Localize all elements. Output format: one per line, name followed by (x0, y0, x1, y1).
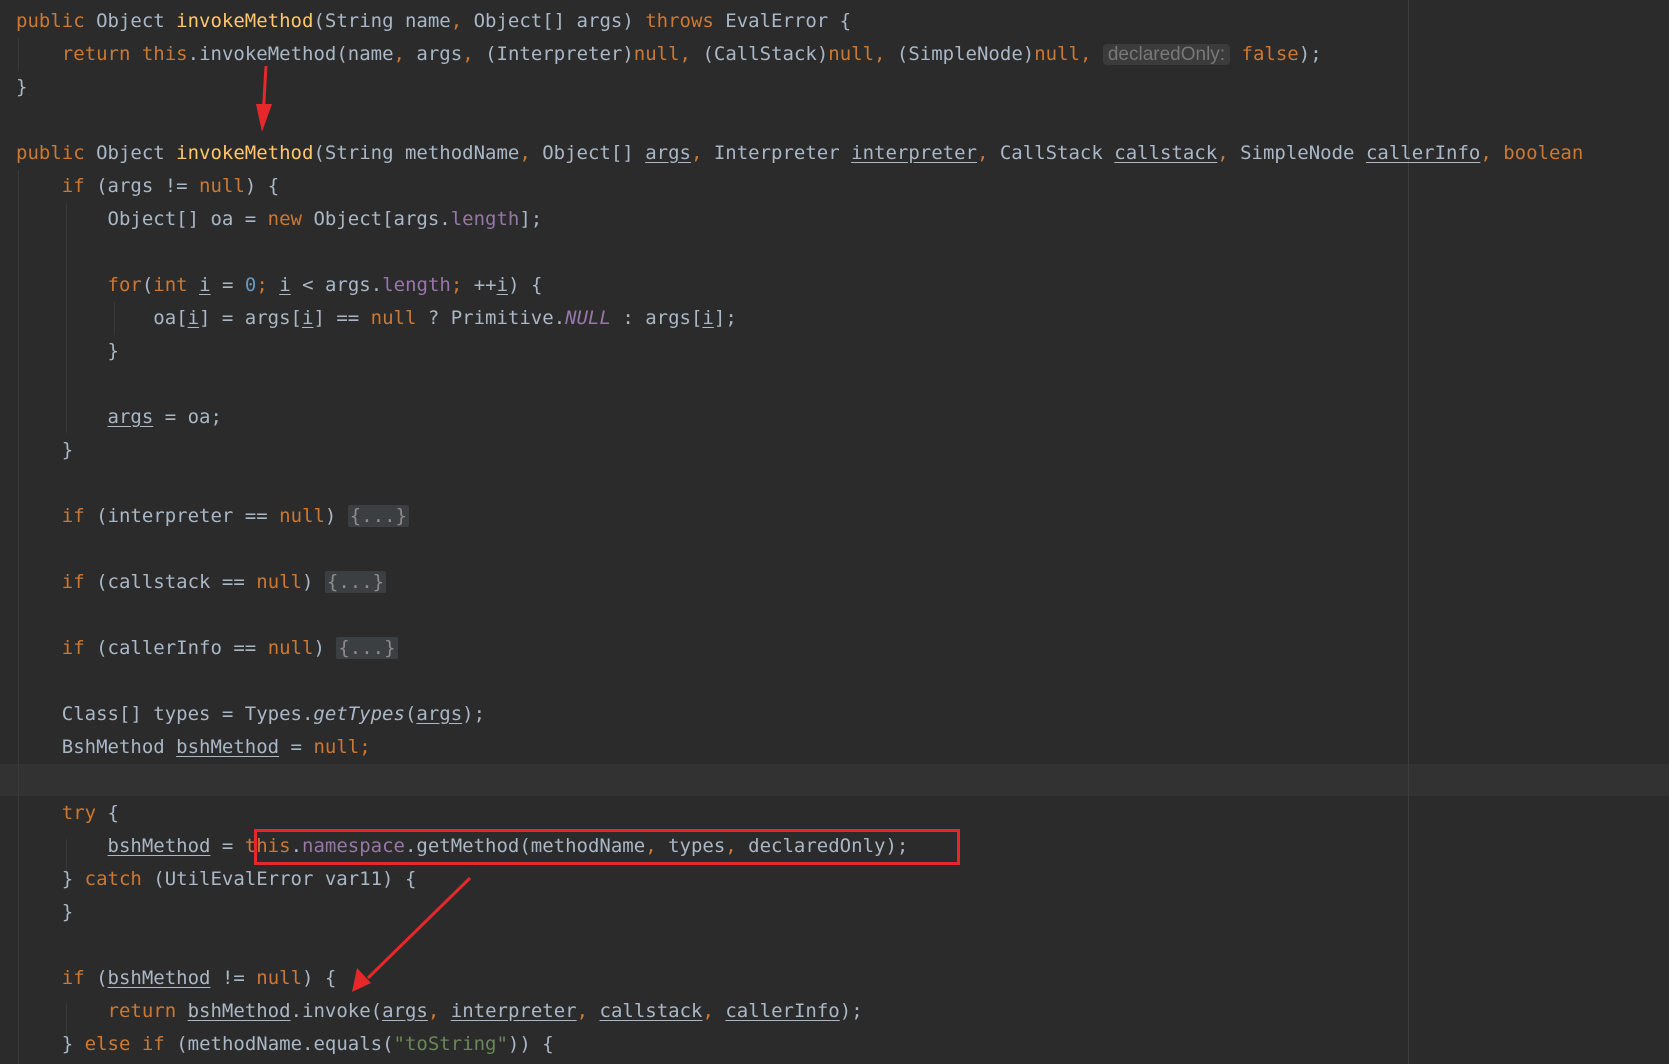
code-editor[interactable]: public Object invokeMethod(String name, … (0, 0, 1669, 1064)
annotation-arrow-1-head (256, 104, 272, 132)
annotation-arrows (256, 65, 472, 992)
annotation-arrow-2 (366, 876, 472, 980)
annotation-arrow-2-head (352, 968, 371, 992)
